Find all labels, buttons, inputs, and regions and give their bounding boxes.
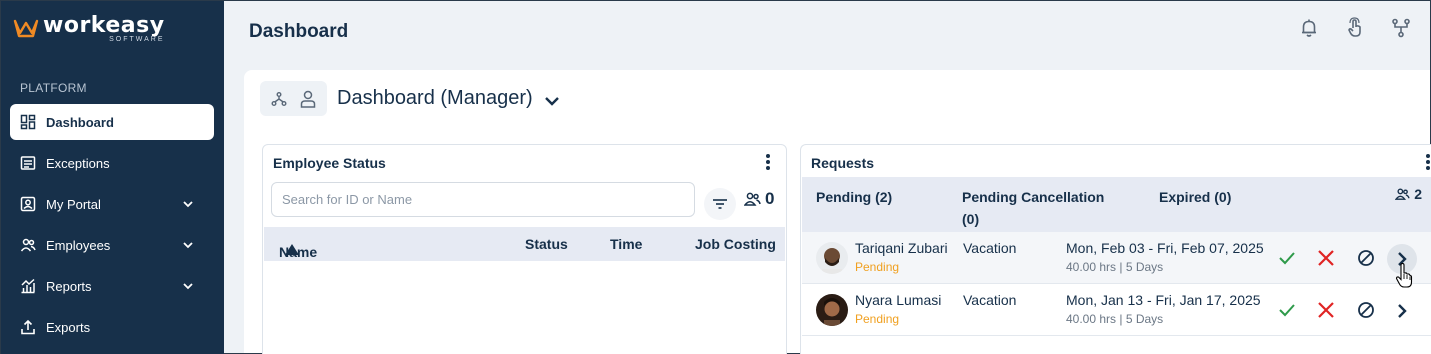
avatar [816, 294, 848, 326]
request-tabs: Pending (2) Pending Cancellation (0) Exp… [802, 177, 1431, 232]
chevron-down-icon [183, 283, 193, 290]
sidebar-item-label: Dashboard [46, 114, 114, 130]
logo-wordmark: workeasy [43, 13, 165, 38]
sidebar-nav: Dashboard Exceptions My Portal Employees… [10, 104, 214, 350]
request-status: Pending [855, 312, 900, 326]
approve-button[interactable] [1276, 247, 1298, 269]
tab-pending-cancellation[interactable]: Pending Cancellation (0) [962, 186, 1104, 230]
sidebar-item-exceptions[interactable]: Exceptions [10, 145, 214, 181]
touch-icon[interactable] [1344, 17, 1366, 39]
request-dates: Mon, Jan 13 - Fri, Jan 17, 2025 [1066, 292, 1261, 308]
chevron-down-icon [544, 96, 559, 106]
close-icon [1318, 250, 1334, 266]
chevron-down-icon [183, 242, 193, 249]
sidebar-item-reports[interactable]: Reports [10, 268, 214, 304]
card-title: Employee Status [273, 155, 386, 171]
tab-label-line1: Pending Cancellation [962, 189, 1105, 205]
workeasy-logo[interactable]: workeasy SOFTWARE [13, 15, 165, 49]
chevron-right-icon [1398, 304, 1407, 318]
reports-icon [21, 278, 35, 294]
employee-search-input[interactable] [271, 182, 695, 217]
cancel-request-button[interactable] [1355, 299, 1377, 321]
sidebar-item-exports[interactable]: Exports [10, 309, 214, 345]
people-icon [1395, 188, 1410, 200]
employee-name: Nyara Lumasi [855, 292, 942, 308]
sidebar-item-label: Reports [46, 278, 92, 294]
filter-icon [713, 199, 727, 209]
request-hours: 40.00 hrs | 5 Days [1066, 312, 1164, 326]
check-icon [1279, 304, 1295, 317]
sidebar-item-label: Employees [46, 237, 111, 253]
filter-button[interactable] [704, 188, 736, 220]
top-bar: Dashboard [224, 1, 1430, 63]
sidebar-item-dashboard[interactable]: Dashboard [10, 104, 214, 140]
top-actions [1298, 17, 1412, 39]
requests-card: Requests Pending (2) Pending Cancellatio… [800, 144, 1431, 354]
tab-expired[interactable]: Expired (0) [1159, 186, 1231, 208]
card-title: Requests [811, 155, 875, 171]
avatar [816, 242, 848, 274]
request-row[interactable]: Nyara Lumasi Pending Vacation Mon, Jan 1… [802, 284, 1431, 336]
tab-pending[interactable]: Pending (2) [816, 186, 892, 208]
view-toggle [260, 81, 327, 116]
page-title: Dashboard [249, 21, 349, 42]
exceptions-icon [20, 156, 36, 170]
main-panel: Dashboard (Manager) Employee Status 0 Na… [244, 70, 1431, 354]
more-options-icon[interactable] [760, 153, 776, 171]
dashboard-title: Dashboard (Manager) [337, 87, 533, 109]
sidebar-item-my-portal[interactable]: My Portal [10, 186, 214, 222]
request-type: Vacation [963, 240, 1017, 256]
column-job-costing[interactable]: Job Costing [695, 236, 776, 252]
logo-tagline: SOFTWARE [109, 36, 165, 43]
personal-view-button[interactable] [296, 87, 320, 111]
block-icon [1358, 250, 1374, 266]
team-view-button[interactable] [267, 87, 291, 111]
org-chart-icon[interactable] [1390, 17, 1412, 39]
exports-icon [21, 319, 35, 335]
request-row[interactable]: Tariqani Zubari Pending Vacation Mon, Fe… [802, 232, 1431, 284]
sidebar-item-label: My Portal [46, 196, 101, 212]
request-count-value: 2 [1414, 186, 1422, 202]
request-type: Vacation [963, 292, 1017, 308]
chevron-down-icon [183, 201, 193, 208]
employee-count: 0 [744, 189, 774, 209]
more-options-icon[interactable] [1420, 153, 1431, 171]
employees-icon [20, 238, 36, 252]
check-icon [1279, 252, 1295, 265]
request-hours: 40.00 hrs | 5 Days [1066, 260, 1164, 274]
column-time[interactable]: Time [610, 236, 642, 252]
sort-ascending-icon [285, 244, 299, 255]
person-icon [301, 90, 316, 108]
people-icon [744, 192, 761, 206]
close-icon [1318, 302, 1334, 318]
hierarchy-icon [271, 91, 287, 106]
block-icon [1358, 302, 1374, 318]
dashboard-selector[interactable]: Dashboard (Manager) [337, 87, 561, 110]
deny-button[interactable] [1315, 247, 1337, 269]
deny-button[interactable] [1315, 299, 1337, 321]
employee-table-header: Name Status Time Job Costing [264, 227, 785, 261]
column-status[interactable]: Status [525, 236, 568, 252]
cancel-request-button[interactable] [1355, 247, 1377, 269]
hand-cursor-icon [1395, 263, 1413, 288]
request-status: Pending [855, 260, 900, 274]
sidebar: workeasy SOFTWARE PLATFORM Dashboard Exc… [1, 1, 224, 354]
crown-logo-icon [13, 19, 39, 38]
sidebar-item-employees[interactable]: Employees [10, 227, 214, 263]
employee-count-value: 0 [765, 189, 775, 208]
dashboard-icon [20, 114, 36, 130]
sidebar-item-label: Exceptions [46, 155, 110, 171]
portal-icon [20, 196, 36, 212]
bell-icon[interactable] [1298, 17, 1320, 39]
tab-label-line2: (0) [962, 211, 980, 227]
request-count: 2 [1395, 186, 1422, 202]
employee-status-card: Employee Status 0 Name Status Time Job C… [262, 144, 787, 354]
sidebar-section-label: PLATFORM [20, 81, 87, 95]
view-details-button[interactable] [1387, 296, 1417, 326]
sidebar-item-label: Exports [46, 319, 91, 335]
approve-button[interactable] [1276, 299, 1298, 321]
employee-name: Tariqani Zubari [855, 240, 948, 256]
request-dates: Mon, Feb 03 - Fri, Feb 07, 2025 [1066, 240, 1264, 256]
